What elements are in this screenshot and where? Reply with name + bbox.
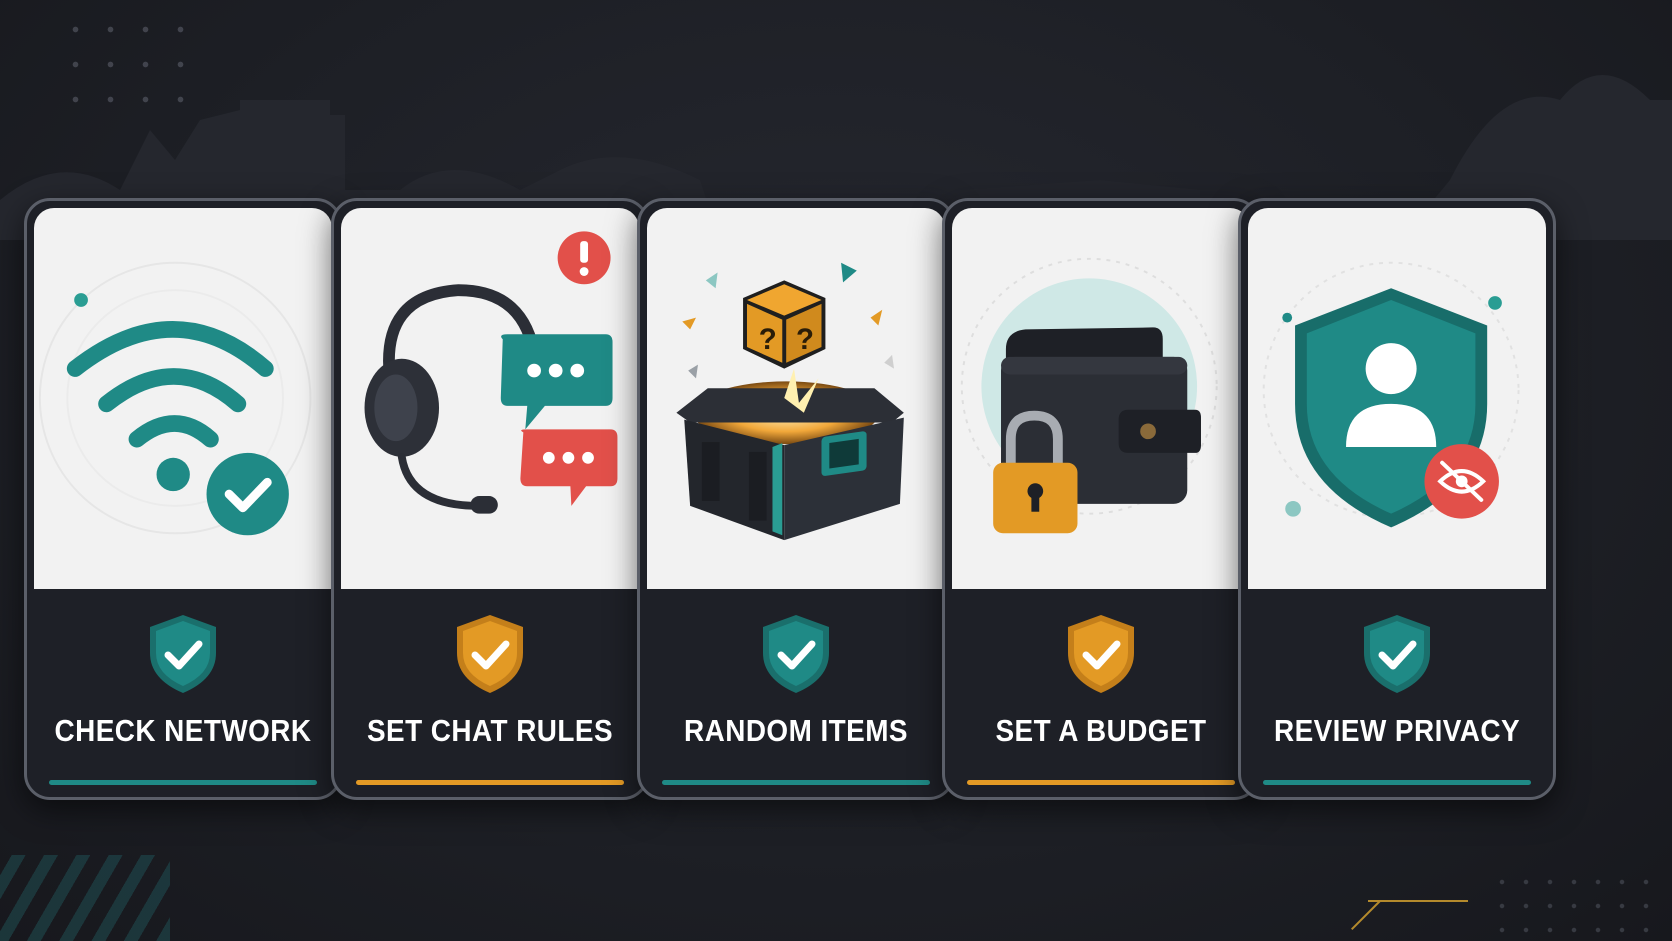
accent-bar	[1263, 780, 1531, 785]
card-label: RANDOM ITEMS	[684, 713, 908, 748]
card-set-chat-rules[interactable]: SET CHAT RULES	[331, 198, 649, 800]
accent-bar	[49, 780, 317, 785]
card-row: CHECK NETWORK SET CHAT RULES ? ? RANDOM …	[24, 198, 1644, 806]
card-review-privacy[interactable]: REVIEW PRIVACY	[1238, 198, 1556, 800]
teal-shield-check-icon	[763, 615, 829, 693]
gold-accent-line	[1368, 900, 1468, 902]
wifi-check-icon	[34, 208, 332, 589]
card-set-a-budget[interactable]: SET A BUDGET	[942, 198, 1260, 800]
accent-bar	[967, 780, 1235, 785]
privacy-shield-icon	[1248, 208, 1546, 589]
accent-bar	[662, 780, 930, 785]
card-label: REVIEW PRIVACY	[1273, 713, 1521, 748]
gold-shield-check-icon	[457, 615, 523, 693]
loot-box-icon: ? ?	[647, 208, 945, 589]
card-label: SET CHAT RULES	[366, 713, 614, 748]
headset-chat-icon	[341, 208, 639, 589]
svg-text:?: ?	[759, 323, 777, 356]
card-check-network[interactable]: CHECK NETWORK	[24, 198, 342, 800]
gold-shield-check-icon	[1068, 615, 1134, 693]
card-label: SET A BUDGET	[995, 713, 1207, 748]
accent-bar	[356, 780, 624, 785]
dot-pattern-corner	[1490, 870, 1660, 940]
gold-accent-line	[1351, 900, 1381, 930]
stripe-decoration	[0, 855, 170, 941]
teal-shield-check-icon	[1364, 615, 1430, 693]
svg-text:?: ?	[796, 323, 814, 356]
card-label: CHECK NETWORK	[54, 713, 312, 748]
teal-shield-check-icon	[150, 615, 216, 693]
card-random-items[interactable]: ? ? RANDOM ITEMS	[637, 198, 955, 800]
wallet-lock-icon	[952, 208, 1250, 589]
dot-pattern	[58, 12, 208, 122]
